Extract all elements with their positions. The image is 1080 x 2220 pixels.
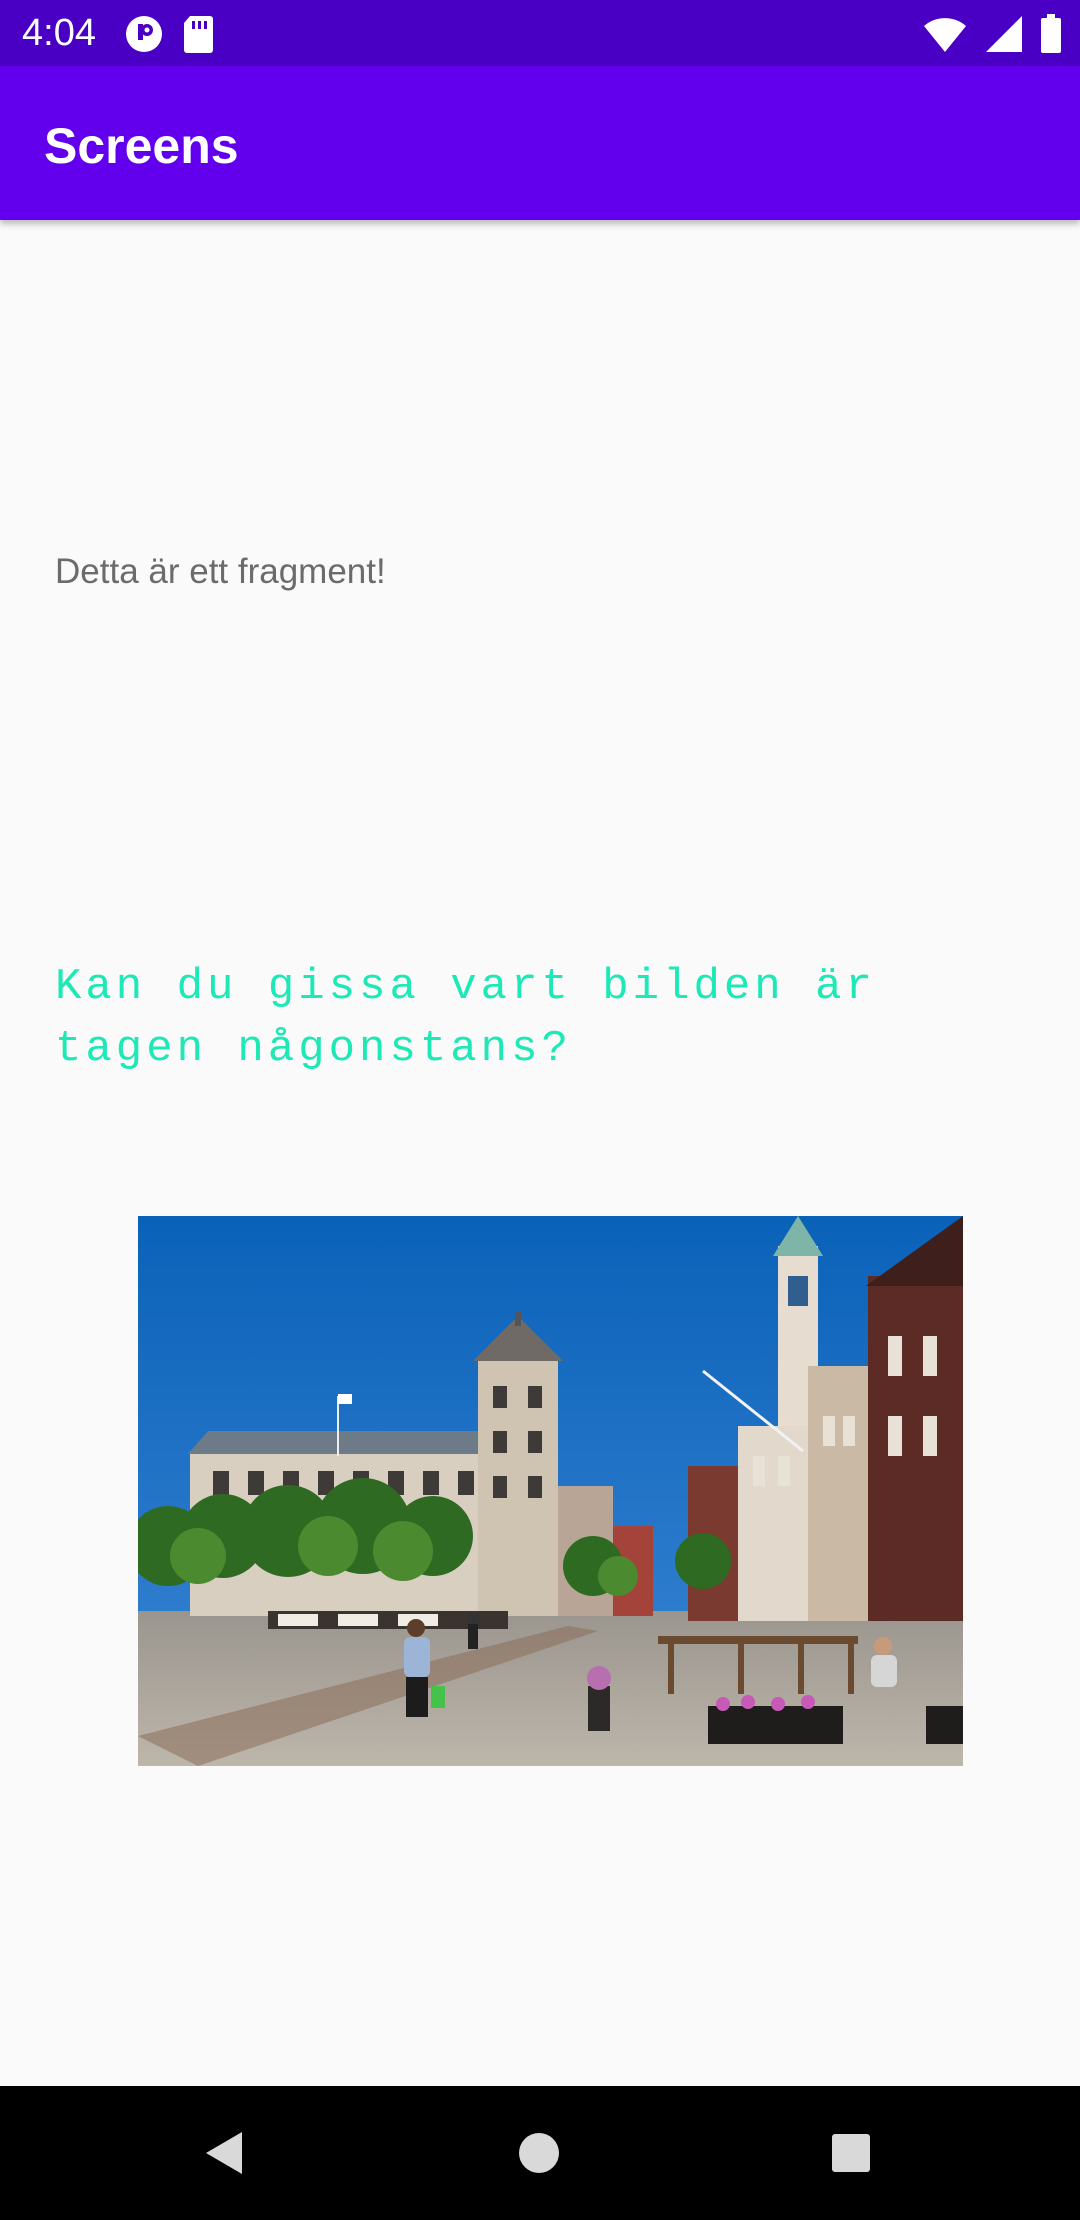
status-right-icons (911, 14, 1062, 54)
home-icon[interactable] (514, 2128, 564, 2178)
town-square-photo (138, 1216, 963, 1766)
town-square-illustration (138, 1216, 963, 1766)
back-icon[interactable] (200, 2128, 250, 2178)
app-notification-icon (124, 14, 164, 59)
fragment-content: Detta är ett fragment! Kan du gissa vart… (0, 220, 1080, 2086)
recents-icon[interactable] (826, 2128, 876, 2178)
navigation-bar (0, 2086, 1080, 2220)
question-text: Kan du gissa vart bilden är tagen någons… (55, 962, 876, 1074)
status-time: 4:04 (22, 12, 96, 54)
wifi-icon (923, 14, 967, 59)
fragment-text: Detta är ett fragment! (55, 552, 386, 591)
cell-signal-icon (984, 14, 1024, 59)
battery-icon (1040, 14, 1062, 59)
status-bar: 4:04 (0, 0, 1080, 66)
sd-card-icon (182, 14, 214, 59)
status-left-icons (124, 14, 228, 54)
app-title: Screens (44, 118, 239, 174)
app-bar: Screens (0, 66, 1080, 220)
